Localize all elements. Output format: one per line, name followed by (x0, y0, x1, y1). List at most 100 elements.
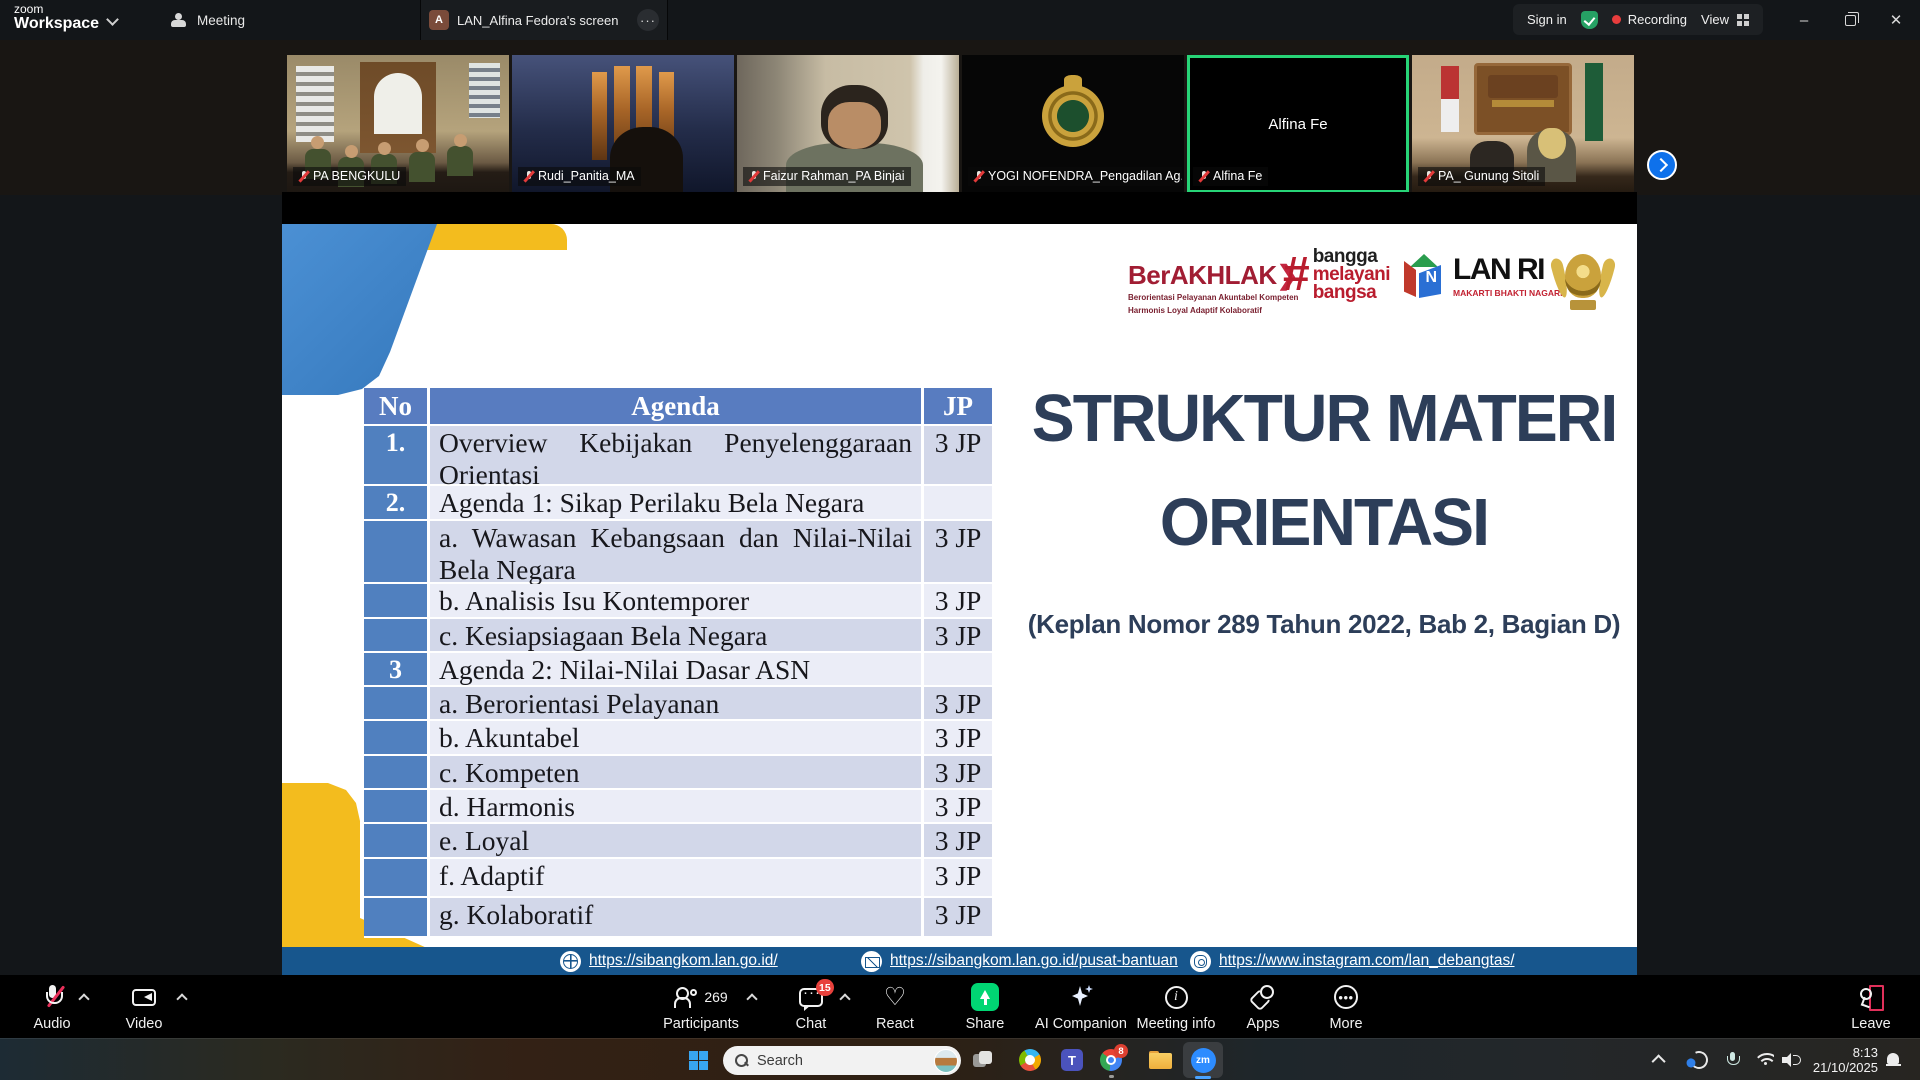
start-button[interactable] (686, 1039, 710, 1080)
mic-icon (46, 985, 59, 1009)
participants-button[interactable]: 269 Participants (655, 975, 747, 1038)
chrome-button[interactable]: 8 (1099, 1039, 1123, 1080)
cell-no (364, 790, 430, 824)
copilot-button[interactable] (1018, 1039, 1042, 1080)
cell-jp (924, 486, 992, 521)
sync-icon (1687, 1048, 1710, 1071)
leave-icon (1858, 985, 1884, 1009)
titlebar-right-cluster: Sign in Recording View (1513, 4, 1763, 35)
restore-button[interactable] (1828, 0, 1872, 40)
cell-agenda: Agenda 2: Nilai-Nilai Dasar ASN (430, 653, 924, 687)
tray-wifi-button[interactable] (1756, 1039, 1774, 1080)
gold-award-emblem (1554, 248, 1612, 310)
table-row: 1. Overview Kebijakan Penyelenggaraan Or… (364, 426, 995, 486)
lan-ri-logo: N LAN RIMAKARTI BHAKTI NAGARI (1403, 254, 1563, 300)
search-placeholder: Search (757, 1053, 803, 1069)
footer-link[interactable]: https://sibangkom.lan.go.id/ (560, 951, 778, 972)
apps-button[interactable]: Apps (1237, 975, 1289, 1038)
participants-chevron[interactable] (746, 993, 757, 1004)
participant-tile[interactable]: Alfina Fe Alfina Fe (1187, 55, 1409, 193)
table-row: a. Wawasan Kebangsaan dan Nilai-Nilai Be… (364, 521, 995, 584)
participants-icon (674, 987, 698, 1007)
mic-muted-icon (523, 170, 534, 183)
table-row: 3 Agenda 2: Nilai-Nilai Dasar ASN (364, 653, 995, 687)
footer-link[interactable]: https://sibangkom.lan.go.id/pusat-bantua… (861, 951, 1178, 972)
more-button[interactable]: ••• More (1320, 975, 1372, 1038)
tray-sync-button[interactable] (1690, 1039, 1708, 1080)
participants-count: 269 (704, 989, 727, 1005)
tray-chevron-button[interactable] (1655, 1039, 1665, 1080)
search-highlight-image (934, 1049, 958, 1073)
mic-muted-icon (298, 170, 309, 183)
view-grid-icon (1737, 14, 1749, 26)
cell-agenda: Overview Kebijakan Penyelenggaraan Orien… (430, 426, 924, 486)
video-button[interactable]: Video (118, 975, 170, 1038)
minimize-button[interactable]: – (1782, 0, 1826, 40)
participant-label: YOGI NOFENDRA_Pengadilan Ag... (968, 167, 1182, 186)
participant-tile[interactable]: PA BENGKULU (287, 55, 509, 193)
workspace-chevron-down-icon[interactable] (106, 13, 119, 26)
task-view-button[interactable] (971, 1039, 995, 1080)
tray-mic-icon (1727, 1052, 1738, 1068)
sign-in-button[interactable]: Sign in (1527, 12, 1567, 27)
chat-chevron[interactable] (839, 993, 850, 1004)
info-icon: i (1165, 986, 1188, 1009)
tab-meeting[interactable]: Meeting (170, 0, 245, 40)
cell-no (364, 756, 430, 790)
tab-shared-screen[interactable]: A LAN_Alfina Fedora's screen ··· (420, 0, 668, 40)
cell-jp: 3 JP (924, 824, 992, 859)
cell-agenda: f. Adaptif (430, 859, 924, 898)
tab-more-button[interactable]: ··· (637, 9, 659, 31)
search-box[interactable]: Search (723, 1046, 961, 1075)
cell-no (364, 521, 430, 584)
meeting-info-button[interactable]: i Meeting info (1131, 975, 1221, 1038)
tray-volume-button[interactable] (1782, 1039, 1799, 1080)
participant-tile[interactable]: Rudi_Panitia_MA (512, 55, 734, 193)
video-options-chevron[interactable] (176, 993, 187, 1004)
next-participants-button[interactable] (1647, 150, 1677, 180)
notification-bell-button[interactable] (1886, 1039, 1901, 1080)
recording-indicator[interactable]: Recording (1612, 12, 1687, 27)
cell-agenda: a. Berorientasi Pelayanan (430, 687, 924, 721)
tray-mic-button[interactable] (1727, 1039, 1738, 1080)
slide-title: STRUKTUR MATERI ORIENTASI (1010, 384, 1637, 558)
teams-button[interactable]: T (1060, 1039, 1084, 1080)
leave-button[interactable]: Leave (1845, 975, 1897, 1038)
cell-jp: 3 JP (924, 687, 992, 721)
zoom-app-icon: zm (1191, 1048, 1216, 1073)
meeting-tab-label: Meeting (197, 13, 245, 28)
participant-tile[interactable]: YOGI NOFENDRA_Pengadilan Ag... (962, 55, 1184, 193)
copilot-icon (1015, 1045, 1045, 1075)
zoom-app-button[interactable]: zm (1183, 1042, 1223, 1078)
footer-link[interactable]: https://www.instagram.com/lan_debangtas/ (1190, 951, 1515, 972)
security-shield-icon[interactable] (1581, 11, 1598, 29)
cell-no (364, 721, 430, 756)
slide-blue-corner-shape (282, 224, 442, 396)
view-button[interactable]: View (1701, 12, 1749, 27)
tab-avatar: A (429, 10, 449, 30)
explorer-button[interactable] (1148, 1039, 1172, 1080)
col-agenda: Agenda (430, 388, 924, 426)
taskbar-clock[interactable]: 8:13 21/10/2025 (1806, 1039, 1878, 1080)
participant-name: PA BENGKULU (313, 169, 400, 183)
zoom-toolbar: Audio Video 269 Participants Chat 15 ♡ R… (0, 975, 1920, 1038)
folder-icon (1149, 1051, 1172, 1069)
participant-label: Rudi_Panitia_MA (518, 167, 641, 186)
close-button[interactable]: ✕ (1874, 0, 1918, 40)
participant-tile[interactable]: PA_ Gunung Sitoli (1412, 55, 1634, 193)
share-button[interactable]: Share (959, 975, 1011, 1038)
participant-name: Faizur Rahman_PA Binjai (763, 169, 905, 183)
table-row: b. Analisis Isu Kontemporer 3 JP (364, 584, 995, 619)
ai-companion-button[interactable]: AI Companion (1031, 975, 1131, 1038)
zoom-workspace-logo: zoom Workspace (14, 3, 99, 33)
react-button[interactable]: ♡ React (869, 975, 921, 1038)
slide-footer-bar: https://sibangkom.lan.go.id/ https://sib… (282, 947, 1637, 975)
table-row: 2. Agenda 1: Sikap Perilaku Bela Negara (364, 486, 995, 521)
teams-icon: T (1061, 1049, 1083, 1071)
view-label: View (1701, 12, 1729, 27)
participant-tile[interactable]: Faizur Rahman_PA Binjai (737, 55, 959, 193)
mic-muted-icon (1423, 170, 1434, 183)
cell-jp: 3 JP (924, 859, 992, 898)
audio-options-chevron[interactable] (78, 993, 89, 1004)
audio-button[interactable]: Audio (26, 975, 78, 1038)
